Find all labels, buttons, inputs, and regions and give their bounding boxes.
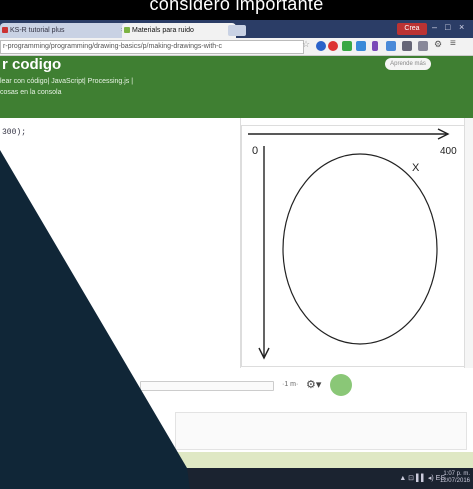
maximize-icon[interactable]: □ <box>445 22 450 32</box>
star-icon[interactable]: ☆ <box>302 39 312 49</box>
screen-recording-frame: considero importante KS-R tutorial plus … <box>0 0 473 489</box>
address-toolbar: r-programming/programming/drawing-basics… <box>0 38 473 56</box>
settings-icon[interactable]: ⚙ <box>434 39 444 49</box>
page-subtitle-2: cosas en la consola <box>0 89 62 96</box>
drawing-canvas-annotations: 0 400 X <box>248 128 457 360</box>
new-tab-button[interactable] <box>228 25 246 36</box>
output-canvas[interactable]: 0 400 X <box>241 125 465 367</box>
owl-avatar-icon <box>330 374 352 396</box>
browser-tab-2[interactable]: Materials para ruido × <box>122 23 236 38</box>
browser-tab-strip: KS-R tutorial plus × Materials para ruid… <box>0 20 473 38</box>
os-taskbar: ▲ ⊡ ▌▌ ◂) ES 1:07 p. m. 12/07/2016 <box>0 468 473 489</box>
page-subtitle: lear con código| JavaScript| Processing.… <box>0 78 134 85</box>
close-window-icon[interactable]: × <box>459 22 464 32</box>
code-line[interactable]: 300); <box>2 128 26 137</box>
extension-icon[interactable] <box>402 41 412 51</box>
browser-user-badge[interactable]: Crea <box>397 23 427 35</box>
speed-slider[interactable] <box>140 381 274 391</box>
page-title: r codigo <box>2 56 62 73</box>
document-icon[interactable] <box>386 41 396 51</box>
extension-icon[interactable] <box>356 41 366 51</box>
browser-tab-1[interactable]: KS-R tutorial plus × <box>0 23 128 38</box>
lower-panel <box>0 408 473 468</box>
tab-label: Materials para ruido <box>132 27 194 34</box>
system-tray[interactable]: ▲ ⊡ ▌▌ ◂) ES <box>399 474 445 482</box>
extension-icon[interactable] <box>316 41 326 51</box>
tab-favicon-icon <box>124 27 130 33</box>
extension-icon[interactable] <box>418 41 428 51</box>
workspace: 300); 0 400 X ·1 m· ⚙▾ <box>0 118 473 408</box>
vertical-scrollbar[interactable] <box>464 118 473 368</box>
width-label: 400 <box>440 146 457 157</box>
tab-label: KS-R tutorial plus <box>10 27 65 34</box>
clock-time: 1:07 p. m. <box>443 471 470 477</box>
tab-favicon-icon <box>2 27 8 33</box>
clock-date: 12/07/2016 <box>439 478 470 484</box>
code-editor[interactable]: 300); <box>0 118 241 368</box>
taskbar-clock[interactable]: 1:07 p. m. 12/07/2016 <box>440 471 470 485</box>
gear-icon[interactable]: ⚙▾ <box>306 378 321 391</box>
lesson-header: r codigo lear con código| JavaScript| Pr… <box>0 56 473 118</box>
pen-icon[interactable] <box>372 41 378 51</box>
header-action-button[interactable]: Aprende más <box>385 58 431 70</box>
extension-icon[interactable] <box>328 41 338 51</box>
origin-label: 0 <box>252 145 258 157</box>
speed-label: ·1 m· <box>282 381 299 388</box>
progress-strip <box>175 452 473 468</box>
tips-panel <box>175 412 467 450</box>
drawn-ellipse <box>282 153 438 345</box>
extension-icon[interactable] <box>342 41 352 51</box>
caption-bar: considero importante <box>0 0 473 20</box>
menu-icon[interactable]: ≡ <box>450 38 460 49</box>
marker-label: X <box>412 162 420 174</box>
video-caption: considero importante <box>149 0 324 14</box>
url-bar[interactable]: r-programming/programming/drawing-basics… <box>0 40 304 54</box>
minimize-icon[interactable]: – <box>432 22 437 32</box>
playback-toolbar: ·1 m· ⚙▾ <box>0 368 473 406</box>
